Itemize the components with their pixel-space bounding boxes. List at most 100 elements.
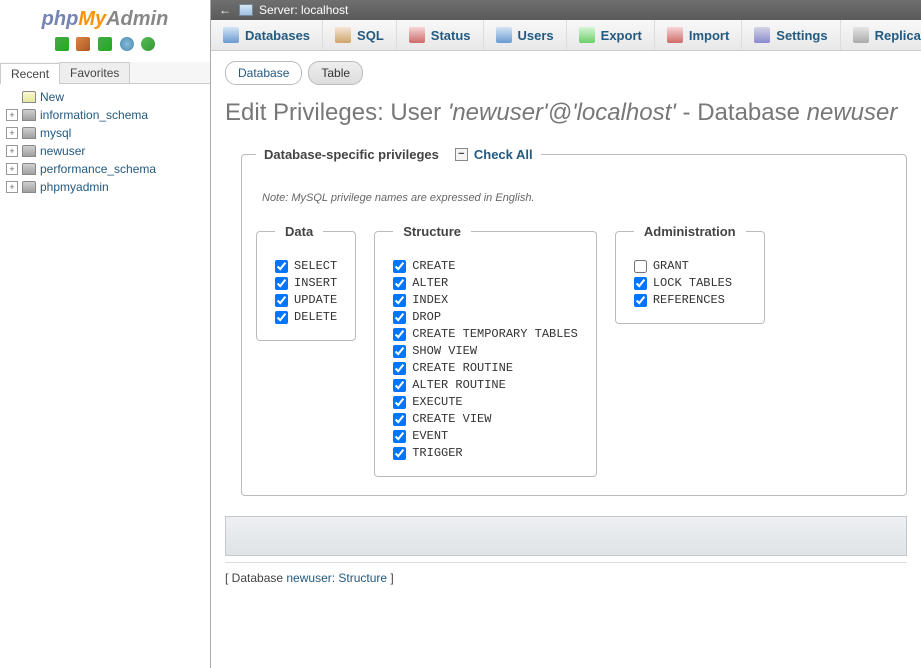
group-data: Data SELECT INSERT UPDATE DELETE bbox=[256, 224, 356, 341]
nav-settings-icon[interactable] bbox=[120, 37, 134, 51]
reload-icon[interactable] bbox=[141, 37, 155, 51]
privilege-references[interactable]: REFERENCES bbox=[634, 293, 746, 307]
group-structure: Structure CREATEALTERINDEXDROPCREATE TEM… bbox=[374, 224, 597, 477]
tree-item-newuser[interactable]: +newuser bbox=[2, 142, 208, 160]
logo[interactable]: phpMyAdmin bbox=[0, 0, 210, 35]
sidebar-tabs: Recent Favorites bbox=[0, 62, 210, 84]
tree-item-performance_schema[interactable]: +performance_schema bbox=[2, 160, 208, 178]
logout-icon[interactable] bbox=[76, 37, 90, 51]
privilege-checkbox[interactable] bbox=[393, 413, 406, 426]
privilege-event[interactable]: EVENT bbox=[393, 429, 578, 443]
menu-sql[interactable]: SQL bbox=[323, 20, 397, 50]
database-icon bbox=[22, 145, 36, 157]
tab-recent[interactable]: Recent bbox=[0, 63, 60, 84]
privilege-lock-tables[interactable]: LOCK TABLES bbox=[634, 276, 746, 290]
privilege-checkbox[interactable] bbox=[393, 294, 406, 307]
privilege-trigger[interactable]: TRIGGER bbox=[393, 446, 578, 460]
privilege-checkbox[interactable] bbox=[393, 277, 406, 290]
privilege-checkbox[interactable] bbox=[393, 396, 406, 409]
privilege-checkbox[interactable] bbox=[275, 294, 288, 307]
menu-users[interactable]: Users bbox=[484, 20, 567, 50]
menu-label: Import bbox=[689, 28, 729, 43]
privilege-drop[interactable]: DROP bbox=[393, 310, 578, 324]
privilege-show-view[interactable]: SHOW VIEW bbox=[393, 344, 578, 358]
collapse-icon[interactable]: − bbox=[455, 148, 468, 161]
privilege-checkbox[interactable] bbox=[393, 260, 406, 273]
replication-icon bbox=[853, 27, 869, 43]
collapse-nav-icon[interactable]: ← bbox=[219, 3, 231, 17]
privilege-create-temporary-tables[interactable]: CREATE TEMPORARY TABLES bbox=[393, 327, 578, 341]
page-title: Edit Privileges: User 'newuser'@'localho… bbox=[225, 99, 907, 127]
tree-item-mysql[interactable]: + mysql bbox=[2, 124, 208, 142]
privilege-label: ALTER bbox=[412, 276, 448, 290]
privilege-checkbox[interactable] bbox=[275, 260, 288, 273]
new-db-icon bbox=[22, 91, 36, 103]
privilege-label: INSERT bbox=[294, 276, 337, 290]
title-prefix: Edit Privileges: User bbox=[225, 99, 448, 126]
expand-icon[interactable]: + bbox=[6, 163, 18, 175]
menu-label: Databases bbox=[245, 28, 310, 43]
menu-label: Export bbox=[601, 28, 642, 43]
menu-status[interactable]: Status bbox=[397, 20, 484, 50]
menu-export[interactable]: Export bbox=[567, 20, 655, 50]
privilege-index[interactable]: INDEX bbox=[393, 293, 578, 307]
check-all-link[interactable]: Check All bbox=[474, 147, 533, 162]
privilege-checkbox[interactable] bbox=[634, 277, 647, 290]
expand-icon[interactable]: + bbox=[6, 109, 18, 121]
tree-item-New[interactable]: New bbox=[2, 88, 208, 106]
privilege-create[interactable]: CREATE bbox=[393, 259, 578, 273]
expand-icon[interactable]: + bbox=[6, 145, 18, 157]
tree-label: mysql bbox=[40, 126, 71, 140]
footer-link[interactable]: newuser: Structure bbox=[286, 571, 387, 585]
settings-icon bbox=[754, 27, 770, 43]
privilege-alter[interactable]: ALTER bbox=[393, 276, 578, 290]
privilege-checkbox[interactable] bbox=[275, 311, 288, 324]
tree-item-phpmyadmin[interactable]: +phpmyadmin bbox=[2, 178, 208, 196]
privilege-checkbox[interactable] bbox=[393, 447, 406, 460]
privilege-create-view[interactable]: CREATE VIEW bbox=[393, 412, 578, 426]
menu-replication[interactable]: Replication bbox=[841, 20, 921, 50]
privilege-label: CREATE bbox=[412, 259, 455, 273]
privilege-insert[interactable]: INSERT bbox=[275, 276, 337, 290]
home-icon[interactable] bbox=[55, 37, 69, 51]
menu-settings[interactable]: Settings bbox=[742, 20, 840, 50]
subtab-database[interactable]: Database bbox=[225, 61, 302, 85]
privilege-create-routine[interactable]: CREATE ROUTINE bbox=[393, 361, 578, 375]
privilege-delete[interactable]: DELETE bbox=[275, 310, 337, 324]
privilege-checkbox[interactable] bbox=[393, 379, 406, 392]
privilege-grant[interactable]: GRANT bbox=[634, 259, 746, 273]
privilege-execute[interactable]: EXECUTE bbox=[393, 395, 578, 409]
privilege-label: INDEX bbox=[412, 293, 448, 307]
server-label[interactable]: Server: localhost bbox=[259, 3, 348, 17]
group-data-legend: Data bbox=[275, 224, 323, 239]
privilege-select[interactable]: SELECT bbox=[275, 259, 337, 273]
title-mid: - Database bbox=[676, 99, 807, 126]
privilege-checkbox[interactable] bbox=[393, 311, 406, 324]
note: Note: MySQL privilege names are expresse… bbox=[262, 192, 892, 204]
expand-icon[interactable]: + bbox=[6, 127, 18, 139]
subtab-table[interactable]: Table bbox=[308, 61, 363, 85]
menu-import[interactable]: Import bbox=[655, 20, 742, 50]
privilege-alter-routine[interactable]: ALTER ROUTINE bbox=[393, 378, 578, 392]
legend-text: Database-specific privileges bbox=[264, 147, 439, 162]
logo-admin: Admin bbox=[106, 8, 168, 30]
menu-databases[interactable]: Databases bbox=[211, 20, 323, 50]
privilege-update[interactable]: UPDATE bbox=[275, 293, 337, 307]
users-icon bbox=[496, 27, 512, 43]
tab-favorites[interactable]: Favorites bbox=[59, 62, 130, 83]
privilege-checkbox[interactable] bbox=[634, 294, 647, 307]
privilege-checkbox[interactable] bbox=[634, 260, 647, 273]
privilege-checkbox[interactable] bbox=[393, 328, 406, 341]
privilege-checkbox[interactable] bbox=[275, 277, 288, 290]
expand-icon[interactable]: + bbox=[6, 181, 18, 193]
quick-icons bbox=[0, 35, 210, 62]
privilege-checkbox[interactable] bbox=[393, 362, 406, 375]
subtabs: Database Table bbox=[225, 61, 907, 85]
fieldset-legend: Database-specific privileges − Check All bbox=[256, 147, 541, 162]
privilege-checkbox[interactable] bbox=[393, 345, 406, 358]
docs-icon[interactable] bbox=[98, 37, 112, 51]
tree-item-information_schema[interactable]: +information_schema bbox=[2, 106, 208, 124]
privileges-fieldset: Database-specific privileges − Check All… bbox=[241, 147, 907, 496]
footer: [ Database newuser: Structure ] bbox=[225, 562, 907, 585]
privilege-checkbox[interactable] bbox=[393, 430, 406, 443]
